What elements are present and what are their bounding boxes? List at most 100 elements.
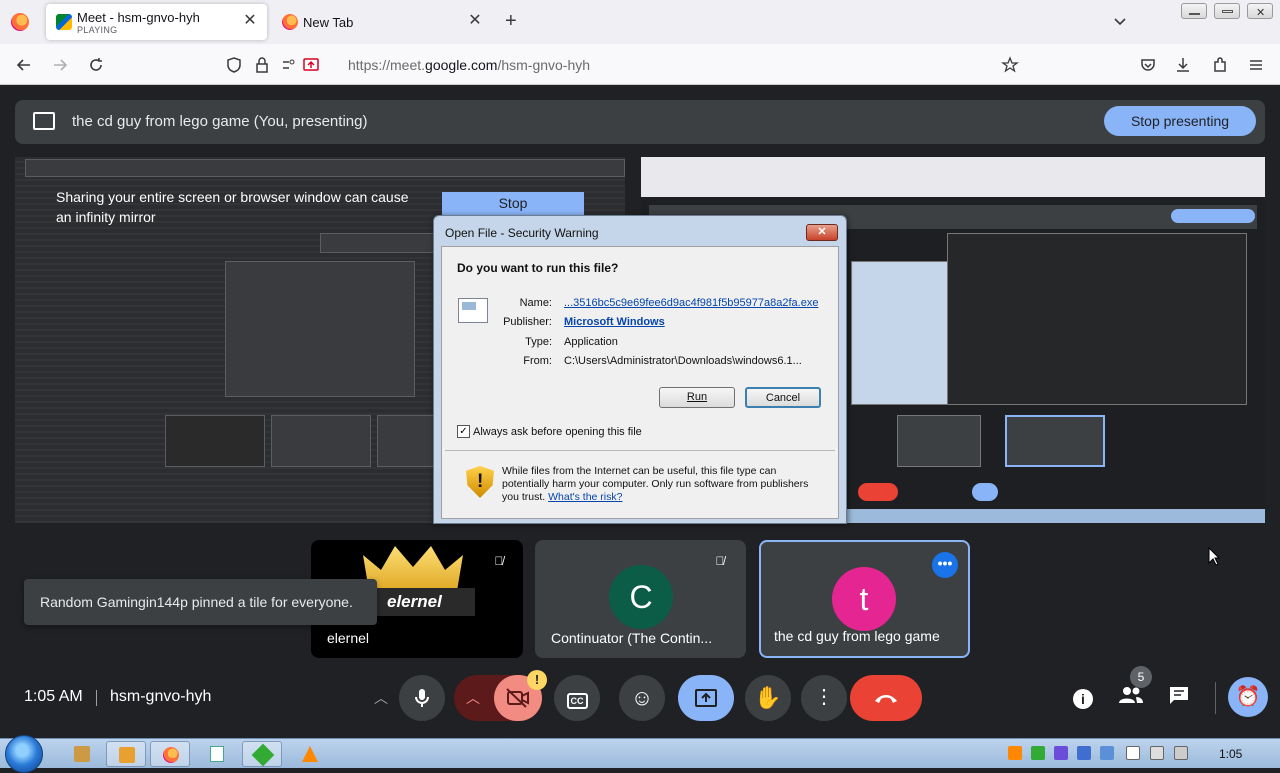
mirror-end-call (858, 483, 898, 501)
reload-icon[interactable] (87, 56, 105, 74)
participant-name: elernel (327, 630, 370, 646)
run-button[interactable]: Run (659, 387, 735, 408)
mirror-present-button (972, 483, 998, 501)
more-options-button[interactable]: ⋮ (801, 675, 847, 721)
dialog-close-button[interactable]: ✕ (806, 224, 838, 241)
infinity-mirror-warning: Sharing your entire screen or browser wi… (56, 189, 409, 225)
taskbar-vlc-icon[interactable] (290, 741, 330, 767)
taskbar-app-icon[interactable] (62, 741, 102, 767)
downloads-icon[interactable] (1174, 56, 1192, 74)
chat-button[interactable] (1166, 685, 1192, 711)
bookmark-star-icon[interactable] (1001, 56, 1019, 74)
participant-tile[interactable]: 🎙̸ C Continuator (The Contin... (535, 540, 746, 658)
audio-options-chevron-icon[interactable]: ︿ (366, 675, 396, 721)
close-tab-icon[interactable]: ✕ (241, 12, 259, 30)
stop-presenting-button[interactable]: Stop presenting (1104, 106, 1256, 136)
security-warning-dialog: Open File - Security Warning ✕ Do you wa… (433, 215, 847, 524)
always-ask-checkbox[interactable]: ✓ (457, 425, 470, 438)
alarm-clock-icon: ⏰ (1235, 686, 1261, 708)
participant-name: Continuator (The Contin... (551, 630, 713, 646)
permissions-icon[interactable] (281, 56, 299, 74)
taskbar-firefox-icon[interactable] (150, 741, 190, 767)
browser-nav-bar: https://meet.google.com/hsm-gnvo-hyh (0, 44, 1280, 85)
people-button[interactable] (1118, 685, 1144, 711)
publisher-value[interactable]: Microsoft Windows (564, 316, 665, 328)
run-label: Run (686, 391, 708, 403)
windows-taskbar: 1:05 (0, 735, 1280, 773)
publisher-link[interactable]: Microsoft Windows (564, 316, 665, 328)
tab-title: New Tab (303, 15, 354, 30)
toolbar-separator (1215, 682, 1216, 714)
cancel-button[interactable]: Cancel (745, 387, 821, 408)
people-icon (1119, 687, 1143, 703)
captions-button[interactable]: CC (554, 675, 600, 721)
type-value: Application (564, 336, 618, 348)
menu-hamburger-icon[interactable] (1247, 56, 1265, 74)
avatar: C (609, 565, 673, 629)
mirror-tile-ghost (165, 415, 265, 467)
minimize-button[interactable] (1181, 3, 1207, 19)
tray-volume-icon[interactable] (1174, 746, 1188, 760)
tray-app-icon[interactable] (1100, 746, 1114, 760)
presenting-title: the cd guy from lego game (You, presenti… (72, 113, 368, 130)
taskbar-app-icon[interactable] (106, 741, 146, 767)
present-now-button[interactable] (678, 675, 734, 721)
mic-off-icon: 🎙̸ (715, 554, 725, 568)
taskbar-clock[interactable]: 1:05 (1219, 747, 1242, 761)
close-tab-icon[interactable]: ✕ (466, 12, 484, 30)
tray-network-icon[interactable] (1150, 746, 1164, 760)
mirror-right-pane (947, 233, 1247, 405)
firefox-favicon (282, 14, 298, 30)
extensions-icon[interactable] (1211, 56, 1229, 74)
type-label: Type: (525, 336, 552, 348)
back-icon[interactable] (15, 56, 33, 74)
file-name-link[interactable]: ...3516bc5c9e69fee6d9ac4f981f5b95977a8a2… (564, 297, 818, 309)
whats-the-risk-link[interactable]: What's the risk? (548, 491, 622, 503)
taskbar-notepad-icon[interactable] (198, 741, 238, 767)
address-bar[interactable]: https://meet.google.com/hsm-gnvo-hyh (348, 57, 590, 73)
leave-call-button[interactable] (850, 675, 922, 721)
taskbar-app-icon[interactable] (242, 741, 282, 767)
participant-name: the cd guy from lego game (774, 628, 940, 644)
close-window-button[interactable]: ✕ (1247, 3, 1273, 19)
microphone-button[interactable] (399, 675, 445, 721)
closed-captions-icon: CC (566, 693, 588, 709)
lock-icon[interactable] (253, 56, 271, 74)
tab-meet[interactable]: Meet - hsm-gnvo-hyh PLAYING ✕ (46, 4, 267, 40)
list-all-tabs-icon[interactable] (1112, 14, 1128, 30)
screen-sharing-indicator-icon[interactable] (302, 56, 320, 74)
meeting-details-button[interactable]: i (1070, 685, 1096, 711)
stop-share-button[interactable]: Stop (442, 192, 584, 215)
new-tab-button[interactable]: + (505, 11, 517, 31)
raise-hand-button[interactable]: ✋ (745, 675, 791, 721)
video-options-chevron-icon[interactable]: ︿ (466, 675, 480, 721)
presenting-bar: the cd guy from lego game (You, presenti… (15, 100, 1265, 144)
tile-options-button[interactable]: ••• (932, 552, 958, 578)
tray-app-icon[interactable] (1031, 746, 1045, 760)
mirror-tile-pinned (1005, 415, 1105, 467)
tray-vlc-icon[interactable] (1008, 746, 1022, 760)
tray-flag-icon[interactable] (1126, 746, 1140, 760)
emoji-reaction-button[interactable]: ☺ (619, 675, 665, 721)
maximize-button[interactable] (1214, 3, 1240, 19)
dialog-question: Do you want to run this file? (457, 261, 619, 275)
tab-new-tab[interactable]: New Tab ✕ (272, 4, 492, 40)
tile-banner-text: elernel (371, 588, 475, 616)
firefox-icon[interactable] (11, 13, 29, 31)
info-icon: i (1073, 689, 1093, 709)
more-vertical-icon: ⋮ (814, 686, 834, 708)
participant-tile-pinned[interactable]: ••• t the cd guy from lego game (759, 540, 970, 658)
pocket-icon[interactable] (1139, 56, 1157, 74)
url-domain: google.com (425, 57, 498, 73)
tray-app-icon[interactable] (1077, 746, 1091, 760)
dialog-risk-note: While files from the Internet can be use… (502, 465, 822, 504)
present-screen-icon (695, 689, 717, 707)
activities-alarm-button[interactable]: ⏰ (1228, 677, 1268, 717)
forward-icon[interactable] (51, 56, 69, 74)
tracking-protection-shield-icon[interactable] (225, 56, 243, 74)
tray-app-icon[interactable] (1054, 746, 1068, 760)
start-button[interactable] (5, 735, 43, 773)
camera-warning-badge: ! (527, 670, 547, 690)
file-name-value[interactable]: ...3516bc5c9e69fee6d9ac4f981f5b95977a8a2… (564, 297, 818, 309)
mirror-tile (897, 415, 981, 467)
